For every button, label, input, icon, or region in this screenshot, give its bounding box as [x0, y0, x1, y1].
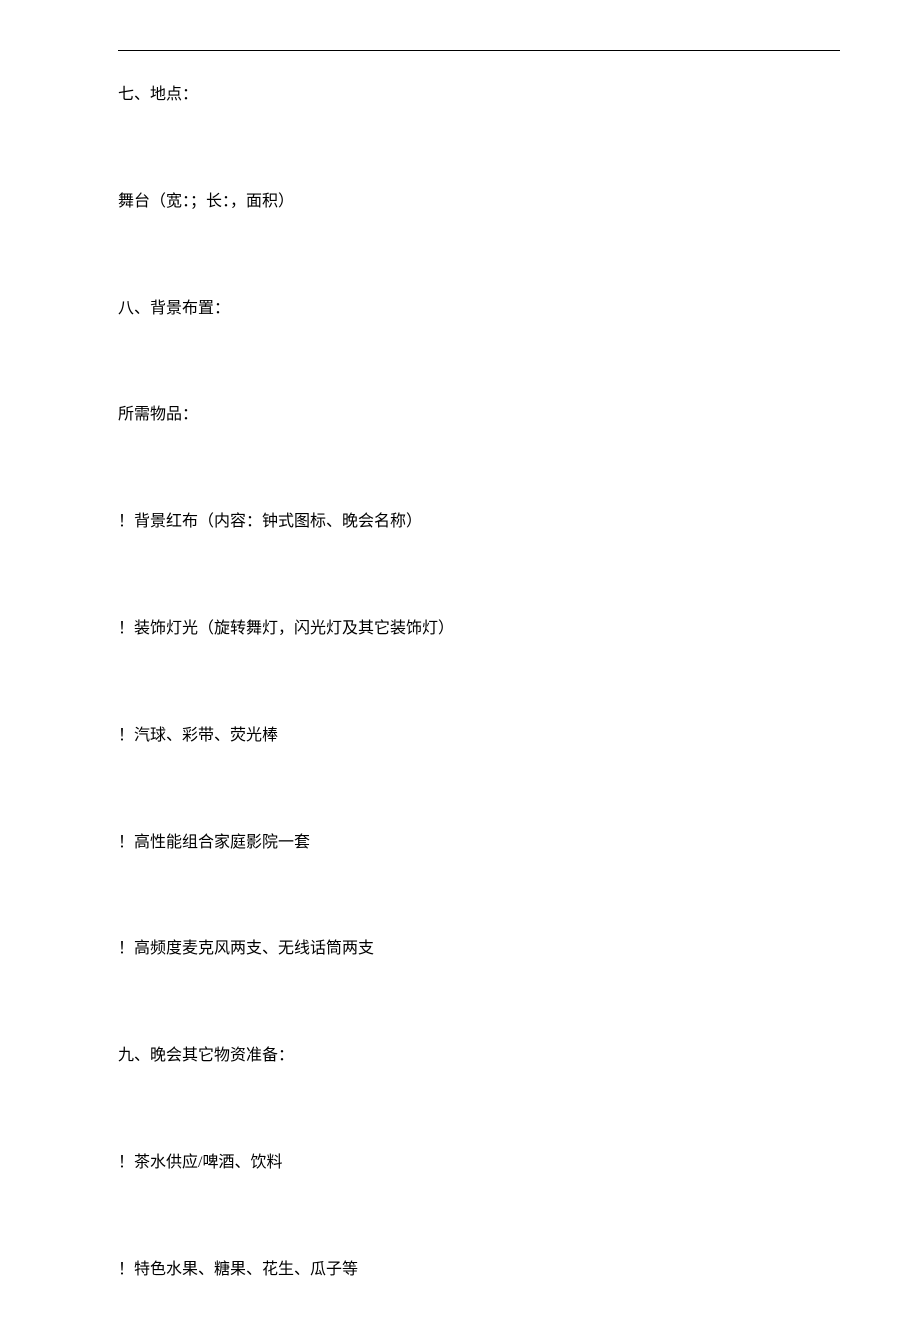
text-line: ！茶水供应/啤酒、饮料: [118, 1154, 282, 1171]
section-eight-background: 八、背景布置：: [118, 295, 840, 324]
text-line: ！汽球、彩带、荧光棒: [118, 727, 278, 744]
text-line: 舞台（宽：；长：，面积）: [118, 193, 294, 210]
item-decorative-lights: ！装饰灯光（旋转舞灯，闪光灯及其它装饰灯）: [118, 615, 840, 644]
item-background-cloth: ！背景红布（内容：钟式图标、晚会名称）: [118, 508, 840, 537]
stage-dimensions: 舞台（宽：；长：，面积）: [118, 188, 840, 217]
text-line: 九、晚会其它物资准备：: [118, 1047, 294, 1064]
item-home-theater: ！高性能组合家庭影院一套: [118, 829, 840, 858]
item-snacks: ！特色水果、糖果、花生、瓜子等: [118, 1256, 840, 1285]
text-line: ！高频度麦克风两支、无线话筒两支: [118, 940, 374, 957]
text-line: ！高性能组合家庭影院一套: [118, 834, 310, 851]
text-line: 七、地点：: [118, 86, 198, 103]
text-line: 八、背景布置：: [118, 300, 230, 317]
text-line: ！背景红布（内容：钟式图标、晚会名称）: [118, 513, 422, 530]
item-beverages: ！茶水供应/啤酒、饮料: [118, 1149, 840, 1178]
text-line: ！装饰灯光（旋转舞灯，闪光灯及其它装饰灯）: [118, 620, 454, 637]
section-nine-other-supplies: 九、晚会其它物资准备：: [118, 1042, 840, 1071]
item-microphones: ！高频度麦克风两支、无线话筒两支: [118, 935, 840, 964]
required-items-header: 所需物品：: [118, 401, 840, 430]
text-line: 所需物品：: [118, 406, 198, 423]
page-container: 七、地点： 舞台（宽：；长：，面积） 八、背景布置： 所需物品： ！背景红布（内…: [0, 0, 920, 1335]
section-seven-location: 七、地点：: [118, 81, 840, 110]
item-balloons-ribbons: ！汽球、彩带、荧光棒: [118, 722, 840, 751]
text-line: ！特色水果、糖果、花生、瓜子等: [118, 1261, 358, 1278]
header-divider: [118, 50, 840, 51]
